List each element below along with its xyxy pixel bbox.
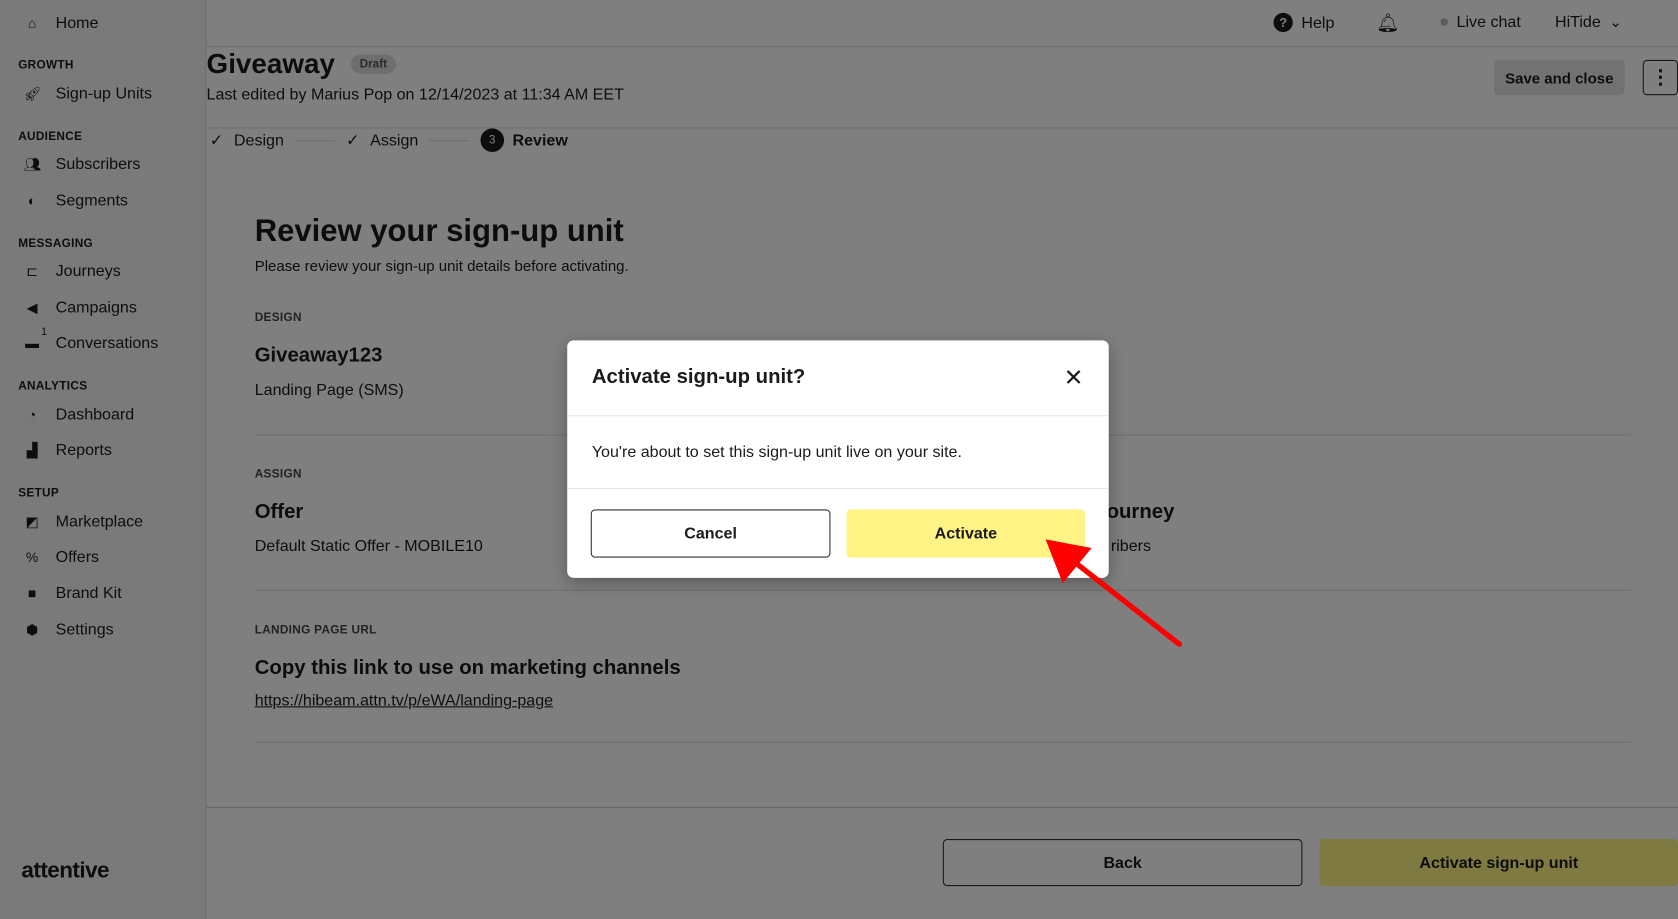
annotation-arrow bbox=[1045, 539, 1183, 647]
app: ⌂Home GROWTH🚀︎Sign-up UnitsAUDIENCE👥︎Sub… bbox=[0, 0, 1678, 919]
